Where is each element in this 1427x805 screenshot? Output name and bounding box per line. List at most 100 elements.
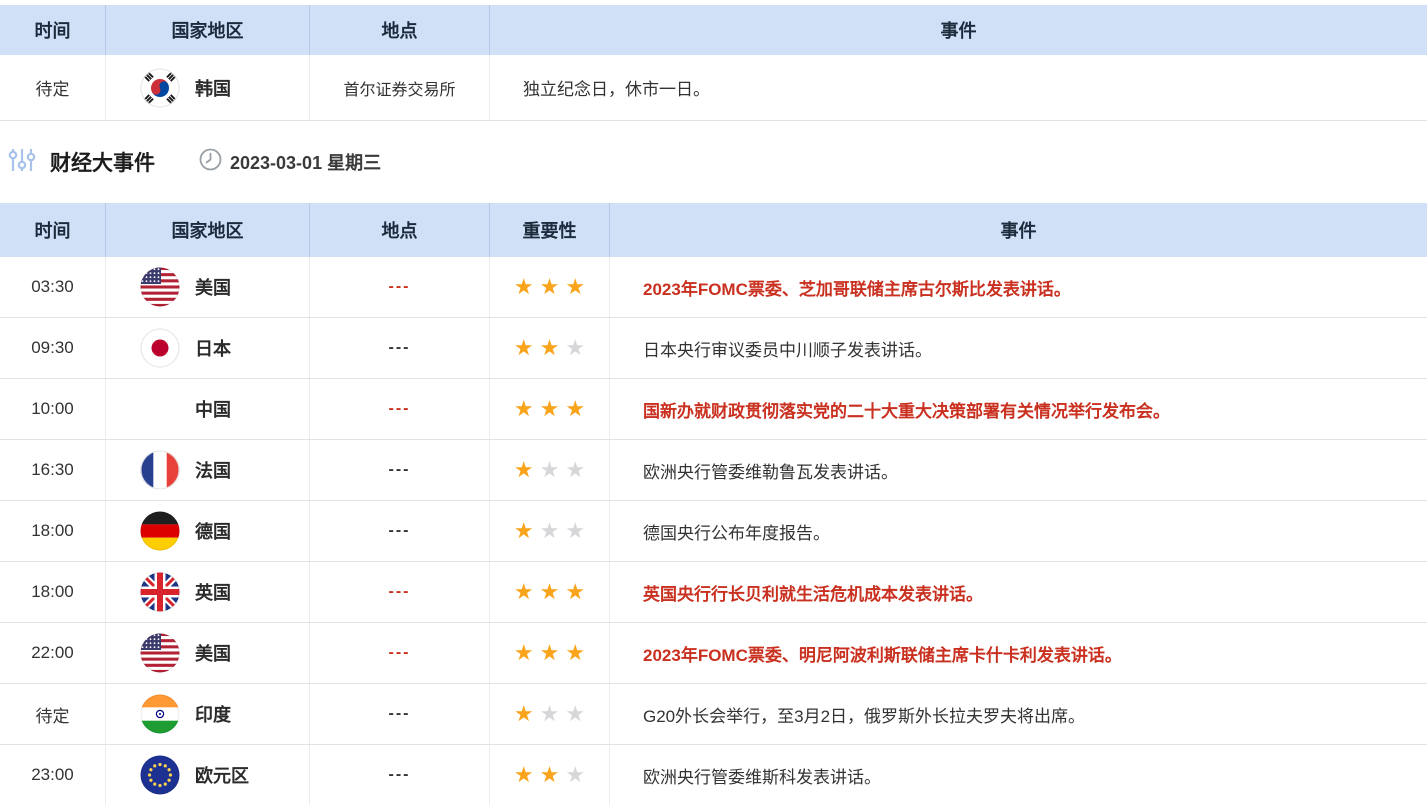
- flag-eu-icon: [140, 755, 180, 795]
- star-empty-icon: ★: [540, 459, 560, 481]
- event-row: 18:00 英国 --- ★★★ 英国央行行长贝利就生活危机成本发表讲话。: [0, 562, 1427, 623]
- importance-stars: ★★★: [490, 318, 610, 378]
- holiday-table-body: 待定 韩国 首尔证券交易所 独立纪念日，休市一日。: [0, 55, 1427, 121]
- event-text: 2023年FOMC票委、明尼阿波利斯联储主席卡什卡利发表讲话。: [610, 623, 1427, 683]
- event-country: 英国: [106, 562, 310, 622]
- star-filled-icon: ★: [514, 398, 534, 420]
- star-empty-icon: ★: [565, 459, 585, 481]
- star-filled-icon: ★: [514, 642, 534, 664]
- event-location: ---: [310, 501, 490, 561]
- star-filled-icon: ★: [514, 520, 534, 542]
- flag-us-icon: [140, 633, 180, 673]
- country-name: 德国: [195, 518, 231, 544]
- event-row: 09:30 日本 --- ★★★ 日本央行审议委员中川顺子发表讲话。: [0, 318, 1427, 379]
- event-location: ---: [310, 684, 490, 744]
- event-text: 日本央行审议委员中川顺子发表讲话。: [610, 318, 1427, 378]
- event-row: 03:30 美国 --- ★★★ 2023年FOMC票委、芝加哥联储主席古尔斯比…: [0, 257, 1427, 318]
- importance-stars: ★★★: [490, 562, 610, 622]
- event-time: 22:00: [0, 623, 106, 683]
- country-name: 印度: [195, 701, 231, 727]
- event-text: 英国央行行长贝利就生活危机成本发表讲话。: [610, 562, 1427, 622]
- star-empty-icon: ★: [565, 703, 585, 725]
- event-location: ---: [310, 318, 490, 378]
- event-location: ---: [310, 440, 490, 500]
- clock-icon: [199, 148, 222, 176]
- event-country: 法国: [106, 440, 310, 500]
- holiday-country: 韩国: [106, 55, 310, 120]
- event-country: 中国: [106, 379, 310, 439]
- event-row: 待定 印度 --- ★★★ G20外长会举行，至3月2日，俄罗斯外长拉夫罗夫将出…: [0, 684, 1427, 745]
- section-header: 财经大事件 2023-03-01 星期三: [0, 121, 1427, 203]
- country-name: 欧元区: [195, 762, 249, 788]
- importance-stars: ★★★: [490, 257, 610, 317]
- flag-kr-icon: [140, 68, 180, 108]
- event-location: ---: [310, 257, 490, 317]
- column-header-time: 时间: [0, 203, 106, 257]
- importance-stars: ★★★: [490, 501, 610, 561]
- events-table: 时间 国家地区 地点 重要性 事件 03:30 美国 --- ★★★ 2023年…: [0, 203, 1427, 805]
- star-filled-icon: ★: [540, 276, 560, 298]
- event-time: 03:30: [0, 257, 106, 317]
- column-header-country: 国家地区: [106, 5, 310, 55]
- country-name: 美国: [195, 274, 231, 300]
- star-empty-icon: ★: [540, 703, 560, 725]
- column-header-location: 地点: [310, 5, 490, 55]
- event-time: 16:30: [0, 440, 106, 500]
- holiday-table: 时间 国家地区 地点 事件 待定 韩国 首尔证券交易所 独立纪念日，休市一日。: [0, 5, 1427, 121]
- flag-jp-icon: [140, 328, 180, 368]
- event-country: 德国: [106, 501, 310, 561]
- event-text: 2023年FOMC票委、芝加哥联储主席古尔斯比发表讲话。: [610, 257, 1427, 317]
- event-time: 18:00: [0, 501, 106, 561]
- importance-stars: ★★★: [490, 440, 610, 500]
- star-filled-icon: ★: [540, 642, 560, 664]
- flag-fr-icon: [140, 450, 180, 490]
- events-table-header: 时间 国家地区 地点 重要性 事件: [0, 203, 1427, 257]
- event-location: ---: [310, 745, 490, 805]
- country-name: 韩国: [195, 75, 231, 101]
- event-row: 23:00 欧元区 --- ★★★ 欧洲央行管委维斯科发表讲话。: [0, 745, 1427, 805]
- event-time: 10:00: [0, 379, 106, 439]
- column-header-location: 地点: [310, 203, 490, 257]
- event-country: 日本: [106, 318, 310, 378]
- flag-in-icon: [140, 694, 180, 734]
- country-name: 中国: [195, 396, 231, 422]
- event-country: 美国: [106, 257, 310, 317]
- importance-stars: ★★★: [490, 623, 610, 683]
- event-text: 德国央行公布年度报告。: [610, 501, 1427, 561]
- flag-de-icon: [140, 511, 180, 551]
- event-location: ---: [310, 562, 490, 622]
- star-filled-icon: ★: [514, 276, 534, 298]
- importance-stars: ★★★: [490, 379, 610, 439]
- column-header-time: 时间: [0, 5, 106, 55]
- star-filled-icon: ★: [540, 337, 560, 359]
- country-name: 日本: [195, 335, 231, 361]
- importance-stars: ★★★: [490, 745, 610, 805]
- holiday-event-text: 独立纪念日，休市一日。: [490, 55, 1427, 120]
- star-filled-icon: ★: [514, 459, 534, 481]
- event-country: 美国: [106, 623, 310, 683]
- star-empty-icon: ★: [565, 337, 585, 359]
- event-row: 22:00 美国 --- ★★★ 2023年FOMC票委、明尼阿波利斯联储主席卡…: [0, 623, 1427, 684]
- star-filled-icon: ★: [540, 398, 560, 420]
- flag-us-icon: [140, 267, 180, 307]
- event-country: 印度: [106, 684, 310, 744]
- event-location: ---: [310, 379, 490, 439]
- event-time: 23:00: [0, 745, 106, 805]
- event-text: 欧洲央行管委维勒鲁瓦发表讲话。: [610, 440, 1427, 500]
- column-header-event: 事件: [490, 5, 1427, 55]
- star-filled-icon: ★: [514, 581, 534, 603]
- events-table-body: 03:30 美国 --- ★★★ 2023年FOMC票委、芝加哥联储主席古尔斯比…: [0, 257, 1427, 805]
- event-text: G20外长会举行，至3月2日，俄罗斯外长拉夫罗夫将出席。: [610, 684, 1427, 744]
- star-filled-icon: ★: [540, 581, 560, 603]
- column-header-country: 国家地区: [106, 203, 310, 257]
- event-text: 国新办就财政贯彻落实党的二十大重大决策部署有关情况举行发布会。: [610, 379, 1427, 439]
- country-name: 英国: [195, 579, 231, 605]
- star-filled-icon: ★: [565, 581, 585, 603]
- sliders-icon: [8, 146, 36, 179]
- importance-stars: ★★★: [490, 684, 610, 744]
- event-text: 欧洲央行管委维斯科发表讲话。: [610, 745, 1427, 805]
- section-title: 财经大事件: [50, 147, 155, 177]
- flag-gb-icon: [140, 572, 180, 612]
- country-name: 美国: [195, 640, 231, 666]
- event-location: ---: [310, 623, 490, 683]
